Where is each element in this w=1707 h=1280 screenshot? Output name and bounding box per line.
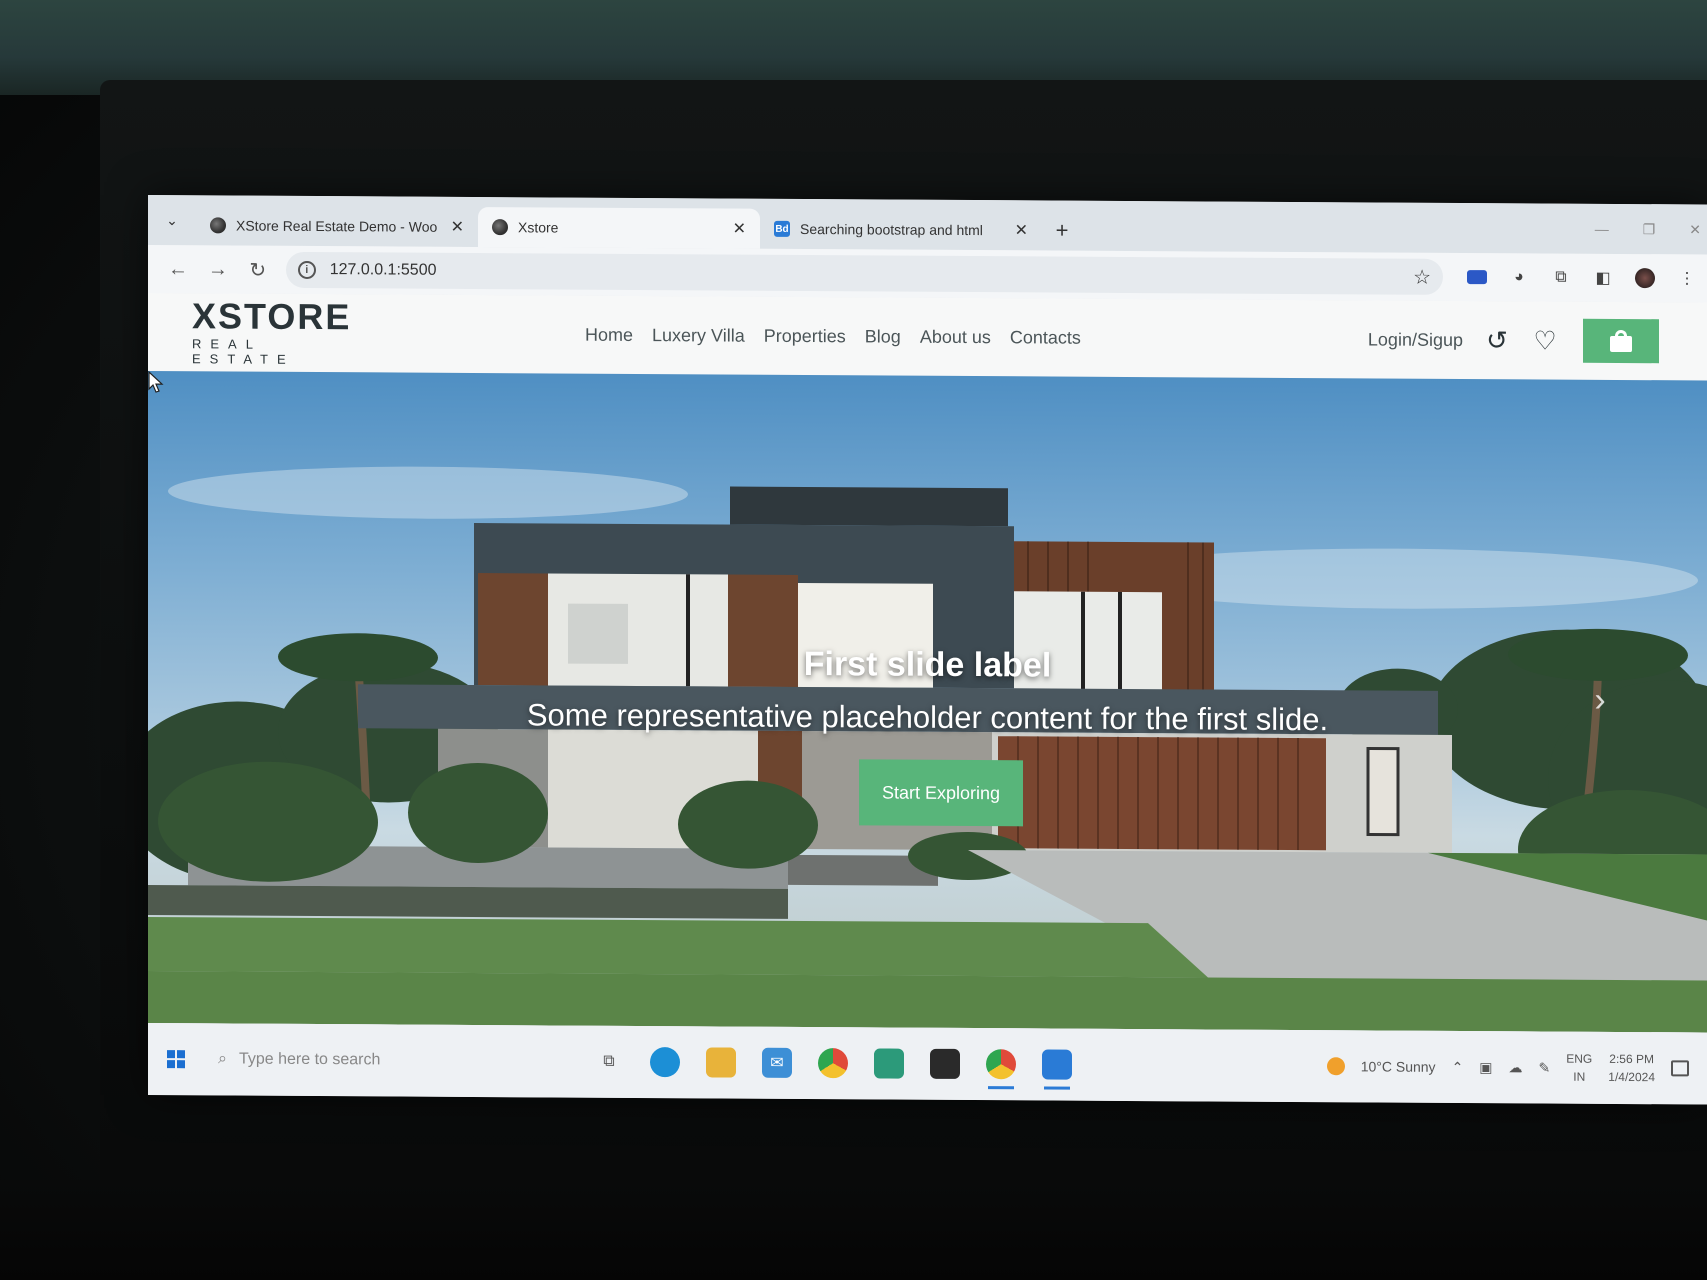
tab-title: Xstore: [518, 219, 559, 236]
start-exploring-button[interactable]: Start Exploring: [859, 759, 1023, 827]
bd-icon: Bd: [774, 220, 790, 237]
windows-icon: [167, 1050, 185, 1069]
tab-title: Searching bootstrap and html: [800, 220, 983, 239]
clock-date: 1/4/2024: [1608, 1069, 1655, 1085]
heart-icon[interactable]: ♡: [1531, 325, 1559, 356]
search-icon: ⌕: [218, 1050, 227, 1068]
clock-time: 2:56 PM: [1609, 1051, 1654, 1067]
globe-icon: [492, 219, 508, 236]
reload-button[interactable]: ↻: [238, 250, 278, 290]
extension-icon[interactable]: [1467, 270, 1487, 285]
tab-xstore-demo[interactable]: XStore Real Estate Demo - Woo ✕: [196, 205, 478, 247]
taskbar-search[interactable]: ⌕ Type here to search: [204, 1039, 574, 1081]
language-indicator[interactable]: ENG IN: [1566, 1050, 1592, 1086]
plus-icon: +: [1055, 217, 1069, 243]
login-signup-link[interactable]: Login/Sigup: [1368, 329, 1463, 351]
taskbar: ⌕ Type here to search ⧉ ✉ 10°C Sunny ⌃ ▣…: [148, 1023, 1707, 1105]
nav-contacts[interactable]: Contacts: [1010, 327, 1081, 348]
chrome-icon[interactable]: [818, 1048, 848, 1079]
reload-icon: ↻: [249, 259, 267, 282]
nav-home[interactable]: Home: [585, 324, 633, 345]
chrome-active-icon[interactable]: [986, 1049, 1016, 1080]
nav-properties[interactable]: Properties: [764, 325, 846, 347]
edge-icon[interactable]: [650, 1047, 680, 1078]
pen-icon[interactable]: ✎: [1539, 1059, 1551, 1076]
arrow-right-icon: →: [207, 257, 228, 280]
close-window-icon[interactable]: ✕: [1689, 221, 1701, 238]
extensions-area: ◕ ⧉ ◧ ⋮: [1467, 267, 1697, 289]
screen: ⌄ XStore Real Estate Demo - Woo ✕ Xstore…: [148, 195, 1707, 1105]
chevron-down-icon: ⌄: [166, 211, 178, 228]
hero-carousel: First slide label Some representative pl…: [148, 371, 1707, 1033]
chevron-up-icon[interactable]: ⌃: [1452, 1058, 1464, 1075]
main-nav: Home Luxery Villa Properties Blog About …: [585, 324, 1081, 348]
cloud-icon[interactable]: ☁: [1509, 1059, 1523, 1076]
file-explorer-icon[interactable]: [706, 1047, 736, 1078]
start-button[interactable]: [148, 1023, 204, 1095]
lang-top: ENG: [1566, 1051, 1593, 1066]
globe-icon: [210, 217, 226, 234]
taskbar-search-placeholder: Type here to search: [238, 1050, 381, 1069]
extension-icon[interactable]: ◕: [1509, 267, 1529, 287]
close-icon[interactable]: ✕: [1015, 220, 1028, 240]
profile-avatar[interactable]: [1635, 268, 1655, 289]
nav-blog[interactable]: Blog: [865, 326, 901, 347]
tab-title: XStore Real Estate Demo - Woo: [236, 217, 438, 235]
refresh-icon[interactable]: ↺: [1483, 325, 1511, 356]
logo-sub: REAL ESTATE: [192, 336, 295, 367]
carousel-next-button[interactable]: ›: [1580, 680, 1620, 720]
github-icon[interactable]: [930, 1048, 960, 1079]
nav-about-us[interactable]: About us: [920, 326, 991, 347]
side-panel-icon[interactable]: ◧: [1593, 268, 1613, 288]
chevron-right-icon: ›: [1594, 680, 1606, 719]
desk-shadow: [0, 1180, 1707, 1280]
restore-icon[interactable]: ❐: [1643, 221, 1656, 238]
weather-sun-icon: [1326, 1057, 1345, 1076]
lang-bottom: IN: [1573, 1069, 1586, 1084]
task-view-icon[interactable]: ⧉: [594, 1047, 624, 1077]
tab-xstore[interactable]: Xstore ✕: [478, 207, 760, 249]
logo-main: XSTORE: [192, 295, 352, 338]
taskbar-apps: ⧉ ✉: [594, 1047, 1072, 1080]
nav-luxury-villa[interactable]: Luxery Villa: [652, 325, 745, 347]
cart-button[interactable]: [1583, 318, 1659, 364]
mouse-cursor-icon: [148, 371, 164, 393]
minimize-icon[interactable]: —: [1595, 221, 1609, 237]
bookmark-star-icon[interactable]: ☆: [1413, 264, 1431, 289]
shopping-bag-icon: [1610, 329, 1632, 353]
menu-dots-icon[interactable]: ⋮: [1677, 268, 1697, 288]
vscode-icon[interactable]: [1042, 1049, 1072, 1080]
url-text[interactable]: 127.0.0.1:5500: [330, 261, 1399, 286]
back-button[interactable]: ←: [158, 249, 198, 289]
notifications-icon[interactable]: [1671, 1060, 1689, 1077]
forward-button[interactable]: →: [198, 249, 238, 289]
puzzle-icon[interactable]: ⧉: [1551, 268, 1571, 288]
new-tab-button[interactable]: +: [1042, 210, 1082, 250]
weather-text[interactable]: 10°C Sunny: [1361, 1058, 1436, 1074]
clock[interactable]: 2:56 PM 1/4/2024: [1608, 1050, 1655, 1086]
info-icon[interactable]: i: [297, 260, 316, 280]
address-bar[interactable]: i 127.0.0.1:5500 ☆: [285, 251, 1443, 295]
arrow-left-icon: ←: [167, 257, 188, 280]
photos-icon[interactable]: [874, 1048, 904, 1079]
site-header: XSTORE REAL ESTATE Home Luxery Villa Pro…: [148, 293, 1707, 381]
system-tray: 10°C Sunny ⌃ ▣ ☁ ✎ ENG IN 2:56 PM 1/4/20…: [1326, 1048, 1707, 1086]
tab-search-button[interactable]: ⌄: [148, 195, 196, 245]
camera-icon[interactable]: ▣: [1479, 1059, 1492, 1076]
site-logo[interactable]: XSTORE REAL ESTATE: [192, 295, 362, 367]
tab-searching-bootstrap[interactable]: Bd Searching bootstrap and html ✕: [760, 209, 1042, 251]
window-controls: — ❐ ✕: [1595, 204, 1707, 255]
mail-icon[interactable]: ✉: [762, 1047, 792, 1078]
header-actions: Login/Sigup ↺ ♡: [1368, 317, 1659, 364]
close-icon[interactable]: ✕: [733, 219, 746, 239]
close-icon[interactable]: ✕: [451, 217, 464, 237]
